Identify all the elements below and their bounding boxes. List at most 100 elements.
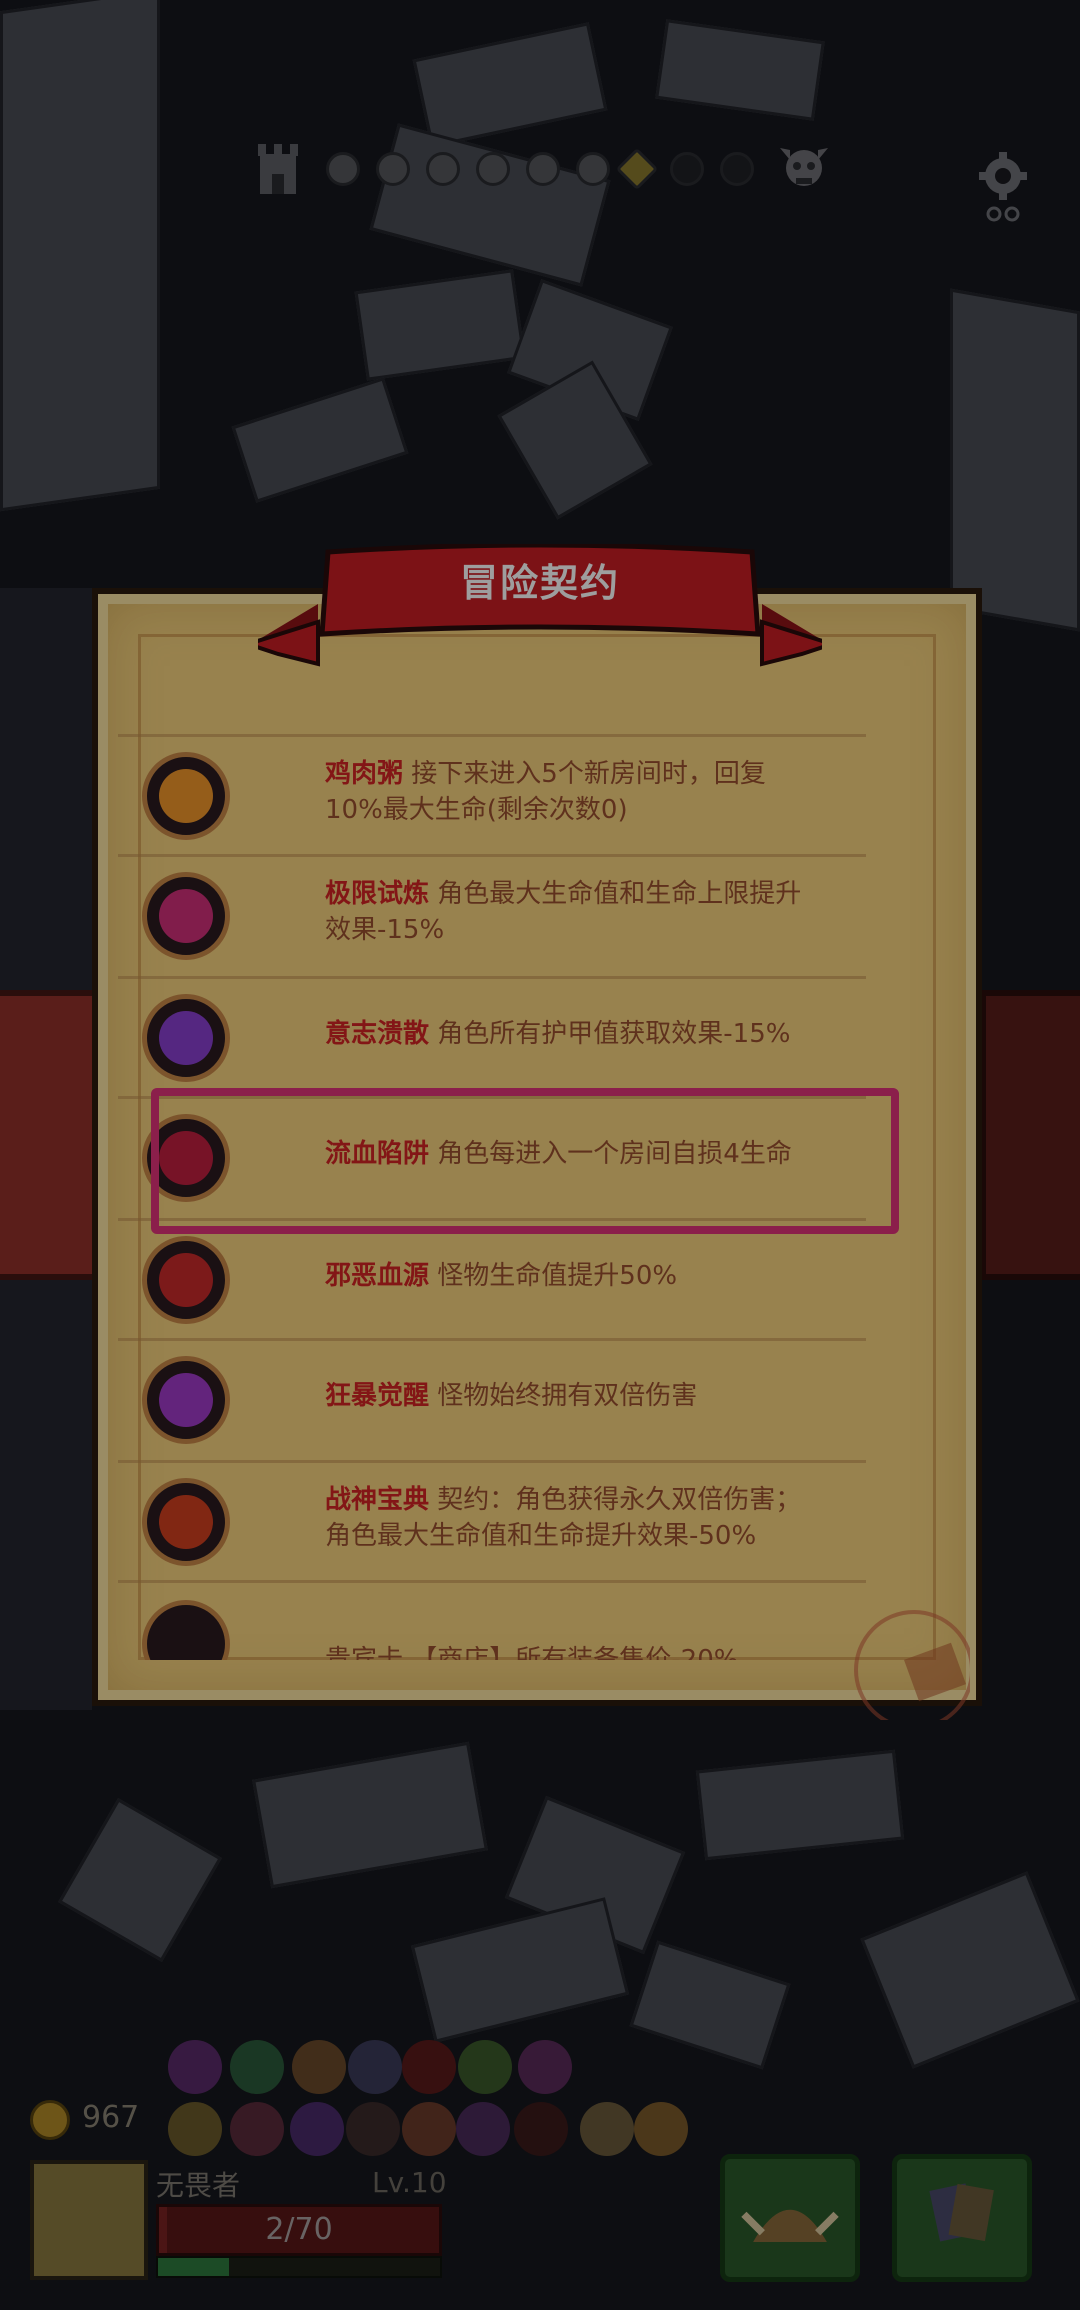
relic-icon[interactable] [348, 2040, 402, 2094]
room-node [720, 152, 754, 186]
rock-shard [58, 1798, 222, 1962]
left-door-panel [0, 990, 100, 1280]
relic-icon[interactable] [290, 2102, 344, 2156]
contract-desc-line2: 10%最大生命(剩余次数0) [325, 795, 628, 825]
room-node [426, 152, 460, 186]
contract-name: 战神宝典 [325, 1485, 430, 1515]
rock-shard [252, 1741, 488, 1889]
relic-icon[interactable] [168, 2102, 222, 2156]
contract-text-partial: 贵宾卡 【商店】所有装备售价-20% [325, 1645, 739, 1660]
boss-skull-icon [780, 148, 828, 186]
relic-icon[interactable] [230, 2102, 284, 2156]
rock-shard [629, 1940, 791, 2070]
icon-core [159, 1011, 213, 1065]
icon-core [159, 769, 213, 823]
contract-row[interactable]: 战神宝典 契约：角色获得永久双倍伤害； 角色最大生命值和生命提升效果-50% [118, 1462, 866, 1582]
contract-text: 鸡肉粥 接下来进入5个新房间时，回复 10%最大生命(剩余次数0) [325, 756, 865, 828]
room-node [376, 152, 410, 186]
current-room-node [615, 147, 659, 191]
contract-desc-line2: 角色最大生命值和生命提升效果-50% [325, 1521, 757, 1551]
heart-lock-icon [142, 872, 230, 960]
relic-icon[interactable] [634, 2102, 688, 2156]
rock-shard [231, 377, 409, 503]
gold-coin-icon [30, 2100, 70, 2140]
room-node [476, 152, 510, 186]
relic-icon[interactable] [402, 2040, 456, 2094]
hp-text: 2/70 [265, 2212, 333, 2247]
cards-icon [929, 2183, 994, 2242]
rock-shard [860, 1871, 1080, 2069]
contract-row[interactable]: 极限试炼 角色最大生命值和生命上限提升效果-15% [118, 856, 866, 976]
evil-blood-icon [142, 1236, 230, 1324]
contract-name: 狂暴觉醒 [325, 1381, 430, 1411]
contract-desc: 角色所有护甲值获取效果-15% [429, 1019, 791, 1049]
relic-icon[interactable] [292, 2040, 346, 2094]
equipment-button[interactable] [720, 2154, 860, 2282]
contract-desc: 角色最大生命值和生命上限提升 [429, 879, 802, 909]
relic-icon[interactable] [346, 2102, 400, 2156]
contract-desc: 怪物始终拥有双倍伤害 [429, 1381, 698, 1411]
hp-bar: 2/70 [156, 2204, 442, 2256]
player-avatar[interactable] [30, 2160, 148, 2280]
relic-icon[interactable] [580, 2102, 634, 2156]
relic-icon[interactable] [402, 2102, 456, 2156]
contract-desc: 怪物生命值提升50% [429, 1261, 678, 1291]
relic-icon[interactable] [458, 2040, 512, 2094]
relic-icon[interactable] [456, 2102, 510, 2156]
cards-button[interactable] [892, 2154, 1032, 2282]
rock-shard [950, 288, 1080, 632]
xp-bar [156, 2256, 442, 2278]
broken-shield-icon [142, 994, 230, 1082]
right-door-panel [980, 990, 1080, 1280]
room-node [670, 152, 704, 186]
relic-icon[interactable] [230, 2040, 284, 2094]
player-name: 无畏者 [156, 2169, 241, 2202]
castle-icon [258, 144, 298, 194]
icon-core [159, 1253, 213, 1307]
contract-row[interactable]: 鸡肉粥 接下来进入5个新房间时，回复 10%最大生命(剩余次数0) [118, 736, 866, 856]
rock-shard [354, 269, 526, 381]
stamp-seal-icon [854, 1610, 970, 1720]
xp-bar-fill [158, 2258, 229, 2276]
contract-desc: 接下来进入5个新房间时，回复 [403, 759, 766, 789]
room-node [326, 152, 360, 186]
contract-name: 邪恶血源 [325, 1261, 430, 1291]
contract-row[interactable]: 意志溃散 角色所有护甲值获取效果-15% [118, 978, 866, 1098]
war-god-tome-icon [142, 1478, 230, 1566]
icon-core [159, 889, 213, 943]
rock-shard [410, 1897, 630, 2043]
contract-row[interactable]: 狂暴觉醒 怪物始终拥有双倍伤害 [118, 1340, 866, 1460]
rock-shard [655, 19, 825, 121]
rock-shard [695, 1749, 905, 1861]
selected-row-highlight [151, 1088, 899, 1234]
contract-text: 极限试炼 角色最大生命值和生命上限提升效果-15% [325, 876, 865, 948]
icon-core [159, 1373, 213, 1427]
room-node [526, 152, 560, 186]
contract-name: 鸡肉粥 [325, 759, 404, 789]
contract-text: 战神宝典 契约：角色获得永久双倍伤害； 角色最大生命值和生命提升效果-50% [325, 1482, 865, 1554]
relic-icon[interactable] [518, 2040, 572, 2094]
player-level: Lv.10 [372, 2166, 447, 2199]
chicken-porridge-icon [142, 752, 230, 840]
vip-card-icon [142, 1600, 230, 1660]
contract-name: 意志溃散 [325, 1019, 430, 1049]
settings-gear-icon[interactable] [976, 152, 1030, 224]
room-node [576, 152, 610, 186]
contract-name: 极限试炼 [325, 879, 430, 909]
rock-shard [0, 0, 160, 512]
icon-core [159, 1495, 213, 1549]
contract-text: 邪恶血源 怪物生命值提升50% [325, 1258, 865, 1294]
row-divider [118, 1580, 866, 1583]
relic-icon[interactable] [168, 2040, 222, 2094]
contract-row[interactable]: 邪恶血源 怪物生命值提升50% [118, 1220, 866, 1340]
relic-icon[interactable] [514, 2102, 568, 2156]
contract-title: 冒险契约 [459, 561, 620, 605]
contract-row-partial[interactable]: 贵宾卡 【商店】所有装备售价-20% [118, 1584, 866, 1660]
contract-desc-line2: 效果-15% [325, 915, 445, 945]
helmet-icon [741, 2209, 839, 2242]
contract-text: 意志溃散 角色所有护甲值获取效果-15% [325, 1016, 865, 1052]
contract-desc: 契约：角色获得永久双倍伤害； [429, 1485, 802, 1515]
gold-amount: 967 [82, 2100, 140, 2135]
berserk-awakening-icon [142, 1356, 230, 1444]
rock-shard [412, 22, 608, 148]
